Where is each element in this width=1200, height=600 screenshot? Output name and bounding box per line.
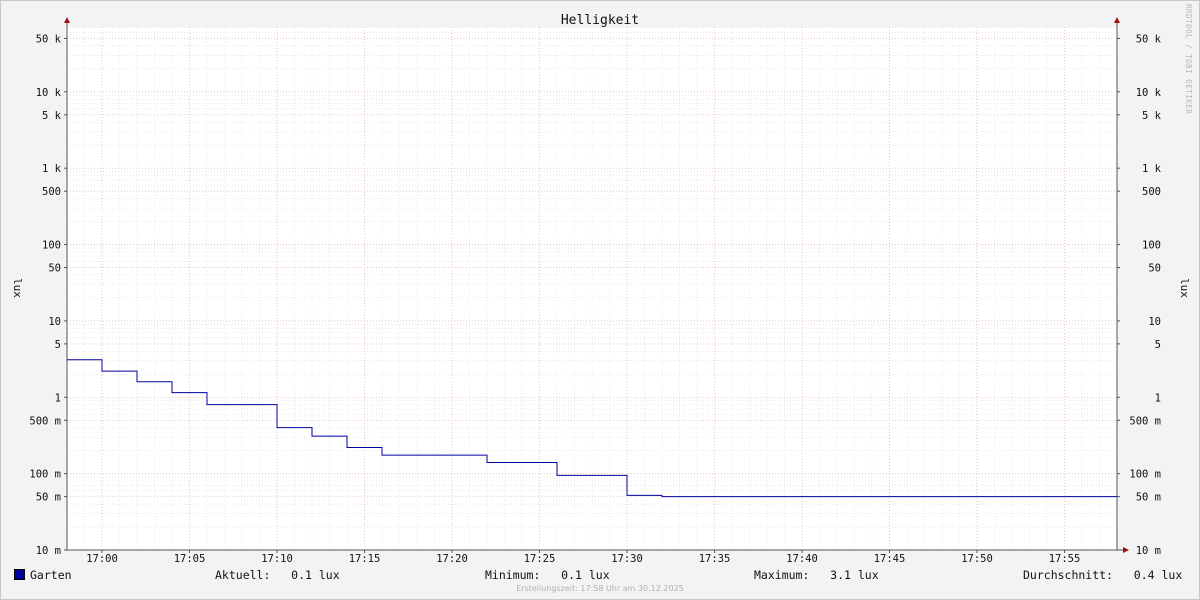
footer-timestamp: Erstellungszeit: 17:58 Uhr am 30.12.2025 xyxy=(516,584,684,593)
x-tick-label: 17:45 xyxy=(874,553,906,565)
x-tick-label: 17:20 xyxy=(436,553,468,565)
y-tick-label-right: 50 xyxy=(1148,263,1161,275)
y-tick-label-left: 500 m xyxy=(29,415,61,427)
grid xyxy=(66,26,1118,551)
legend-minimum: Minimum: 0.1 lux xyxy=(485,568,610,582)
y-axis-label-left: lux xyxy=(11,278,24,298)
legend-series-name: Garten xyxy=(30,568,72,582)
y-tick-label-right: 5 k xyxy=(1142,110,1162,122)
y-axis-arrow-right xyxy=(1114,17,1120,23)
watermark: RRDTOOL / TOBI OETIKER xyxy=(1184,4,1193,115)
y-tick-label-right: 50 m xyxy=(1136,492,1161,504)
y-tick-label-right: 1 k xyxy=(1142,163,1162,175)
chart-title: Helligkeit xyxy=(561,13,639,28)
x-tick-label: 17:40 xyxy=(786,553,818,565)
chart-svg: 50 k 50 k 10 k 10 k 5 k 5 k 1 k 1 k 500 500 100 100… xyxy=(11,13,1191,565)
x-tick-label: 17:00 xyxy=(86,553,118,565)
y-tick-label-left: 100 m xyxy=(29,469,61,481)
y-tick-label-left: 50 xyxy=(48,263,61,275)
y-tick-label-left: 500 xyxy=(42,186,61,198)
y-tick-label-left: 1 k xyxy=(42,163,62,175)
y-tick-label-left: 100 xyxy=(42,240,61,252)
y-tick-label-left: 5 k xyxy=(42,110,62,122)
x-axis-arrow xyxy=(1123,547,1129,553)
x-tick-label: 17:30 xyxy=(611,553,643,565)
x-tick-label: 17:55 xyxy=(1049,553,1081,565)
x-tick-label: 17:10 xyxy=(261,553,293,565)
y-tick-label-left: 1 xyxy=(55,392,61,404)
y-axis-arrow-left xyxy=(64,17,70,23)
y-tick-label-right: 100 m xyxy=(1129,469,1161,481)
legend-current: Aktuell: 0.1 lux xyxy=(215,568,340,582)
legend-average: Durchschnitt: 0.4 lux xyxy=(1023,568,1183,582)
y-tick-label-right: 100 xyxy=(1142,240,1161,252)
x-tick-label: 17:15 xyxy=(349,553,381,565)
y-tick-label-left: 10 m xyxy=(36,545,61,557)
y-tick-label-right: 10 m xyxy=(1136,545,1161,557)
legend: Garten Aktuell: 0.1 lux Minimum: 0.1 lux… xyxy=(0,568,1200,584)
y-tick-label-right: 500 xyxy=(1142,186,1161,198)
y-tick-label-right: 50 k xyxy=(1136,33,1162,45)
x-tick-label: 17:35 xyxy=(699,553,731,565)
y-tick-label-left: 10 k xyxy=(36,87,62,99)
y-tick-label-left: 5 xyxy=(55,339,61,351)
y-tick-label-left: 50 m xyxy=(36,492,61,504)
y-tick-label-left: 10 xyxy=(48,316,61,328)
y-tick-label-right: 5 xyxy=(1155,339,1161,351)
y-tick-label-left: 50 k xyxy=(36,33,62,45)
y-tick-label-right: 1 xyxy=(1155,392,1161,404)
x-tick-label: 17:50 xyxy=(961,553,993,565)
y-tick-label-right: 10 xyxy=(1148,316,1161,328)
y-tick-label-right: 500 m xyxy=(1129,415,1161,427)
legend-maximum: Maximum: 3.1 lux xyxy=(754,568,879,582)
x-tick-label: 17:25 xyxy=(524,553,556,565)
x-tick-label: 17:05 xyxy=(174,553,206,565)
y-axis-label-right: lux xyxy=(1178,278,1191,298)
y-tick-label-right: 10 k xyxy=(1136,87,1162,99)
